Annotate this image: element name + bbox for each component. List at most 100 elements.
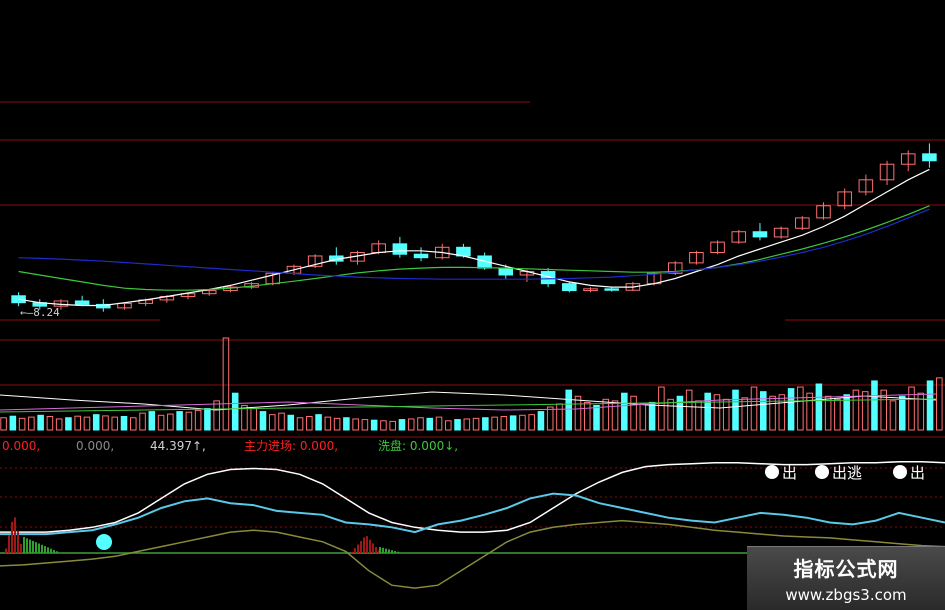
volume-bar	[250, 408, 258, 431]
volume-bar	[787, 388, 795, 431]
legend-item: 44.397↑,	[150, 439, 206, 453]
volume-bar	[65, 417, 72, 431]
ma_short-line	[18, 168, 930, 307]
volume-bar	[287, 414, 295, 431]
volume-bar	[898, 395, 906, 431]
volume-bar	[28, 416, 35, 431]
volume-bar	[380, 420, 387, 431]
volume-bar	[760, 391, 767, 431]
legend-item: 主力进场: 0.000,	[244, 439, 338, 453]
volume-bar	[454, 419, 461, 431]
volume-bar	[871, 380, 878, 431]
legend-item: 0.000,	[2, 439, 40, 453]
volume-bar	[704, 392, 711, 431]
volume-bar	[130, 417, 137, 431]
volume-bar	[83, 416, 91, 431]
volume-bar	[259, 411, 267, 431]
ma_mid-line	[18, 205, 930, 291]
volume-bar	[18, 417, 26, 431]
volume-bar	[222, 337, 230, 431]
volume-bar	[148, 411, 156, 431]
volume-bar	[630, 395, 637, 431]
volume-bar	[611, 400, 619, 431]
volume-bar	[46, 416, 54, 431]
volume-bar	[343, 417, 350, 431]
candle-body	[392, 243, 408, 255]
volume-bar	[648, 401, 656, 431]
volume-bar	[352, 418, 359, 431]
volume-bar	[472, 417, 480, 431]
volume-bar	[936, 377, 943, 431]
volume-bar	[621, 392, 628, 431]
candle-body	[752, 231, 768, 238]
candle-body	[604, 288, 619, 291]
volume-bar	[361, 419, 369, 431]
volume-bar	[74, 415, 81, 431]
volume-bar	[194, 409, 202, 431]
volume-bar	[750, 386, 758, 431]
volume-bar	[537, 411, 545, 431]
watermark-url: www.zbgs3.com	[785, 586, 907, 604]
volume-bar	[482, 417, 489, 431]
volume-bar	[889, 400, 897, 431]
watermark: 指标公式网 www.zbgs3.com	[747, 546, 945, 610]
signal-dot	[815, 465, 829, 479]
candle-body	[74, 300, 90, 305]
volume-bar	[546, 406, 554, 431]
volume-bar	[167, 413, 174, 431]
volume-bar	[861, 391, 869, 431]
volume-bar	[139, 412, 146, 431]
volume-bar	[583, 401, 591, 431]
candle-body	[922, 153, 937, 162]
stock-chart: ←—8.24 0.000, 0.000, 44.397↑, 主力进场: 0.000, 洗…	[0, 101, 945, 589]
volume-bar	[797, 386, 804, 431]
signal-text: 出	[782, 464, 797, 482]
legend-item: 洗盘: 0.000↓,	[378, 438, 458, 453]
volume-bar	[676, 395, 684, 431]
signal-dot	[96, 534, 112, 550]
grid-lines	[0, 101, 945, 528]
volume-ma-line-2	[0, 398, 937, 413]
volume-bar	[241, 404, 248, 431]
volume-bar	[55, 418, 63, 431]
ma_long-line	[18, 208, 930, 280]
signal-dot	[765, 465, 779, 479]
volume-bar	[370, 419, 378, 431]
volume-bar	[491, 416, 498, 431]
volume-bar	[398, 419, 406, 431]
volume-bar	[926, 380, 934, 431]
volume-bar	[176, 411, 183, 431]
volume-bar	[667, 398, 674, 431]
volume-bar	[306, 416, 313, 431]
volume-bar	[324, 416, 332, 431]
volume-bar	[92, 414, 100, 431]
candle-body	[498, 267, 514, 276]
volume-bar	[834, 398, 841, 431]
volume-bar	[417, 417, 424, 431]
volume-bar	[741, 397, 749, 431]
volume-bar	[111, 416, 119, 431]
volume-bar	[528, 414, 535, 431]
volume-panel	[0, 337, 943, 431]
volume-bar	[880, 389, 888, 431]
candle-body	[11, 295, 26, 304]
low-price-label: ←—8.24	[20, 306, 60, 319]
cyan-line	[0, 492, 945, 536]
signal-dot	[893, 465, 907, 479]
volume-bar	[102, 415, 109, 431]
volume-bar	[426, 417, 434, 431]
volume-bar	[296, 417, 304, 431]
volume-bar	[213, 400, 220, 431]
volume-bar	[519, 414, 526, 431]
volume-bar	[806, 392, 813, 431]
candle-body	[413, 253, 429, 259]
volume-bar	[315, 414, 322, 431]
volume-bar	[639, 403, 647, 431]
volume-bar	[685, 389, 693, 431]
volume-bar	[463, 418, 471, 431]
signal-markers: 出 出逃 出	[765, 464, 925, 482]
volume-bar	[565, 389, 573, 431]
volume-bar	[204, 408, 211, 431]
volume-bar	[732, 389, 739, 431]
volume-bar	[574, 395, 582, 431]
